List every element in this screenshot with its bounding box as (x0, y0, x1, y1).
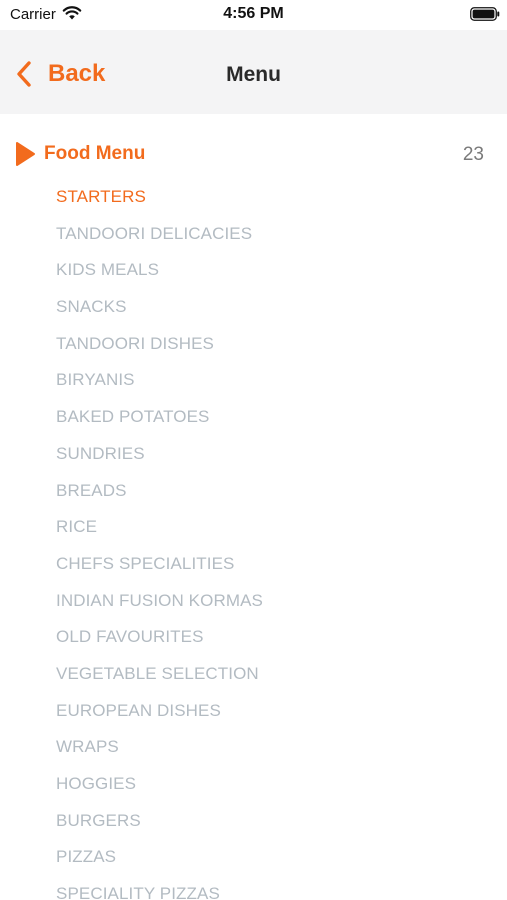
category-item[interactable]: TANDOORI DELICACIES (56, 221, 263, 258)
status-time: 4:56 PM (223, 5, 284, 22)
navigation-bar: Back Menu (0, 30, 507, 114)
category-item[interactable]: BURGERS (56, 808, 263, 845)
category-item[interactable]: BREADS (56, 478, 263, 515)
category-item[interactable]: INDIAN FUSION KORMAS (56, 588, 263, 625)
menu-content: Food Menu 23 STARTERS TANDOORI DELICACIES… (0, 114, 507, 900)
section-title: Food Menu (44, 143, 146, 164)
category-item[interactable]: BIRYANIS (56, 367, 263, 404)
category-item[interactable]: PIZZAS (56, 844, 263, 881)
category-item[interactable]: VEGETABLE SELECTION (56, 661, 263, 698)
category-item[interactable]: SNACKS (56, 294, 263, 331)
category-item[interactable]: TANDOORI DISHES (56, 331, 263, 368)
page-title: Menu (226, 63, 281, 86)
category-item[interactable]: KIDS MEALS (56, 257, 263, 294)
category-item[interactable]: SUNDRIES (56, 441, 263, 478)
category-item[interactable]: OLD FAVOURITES (56, 624, 263, 661)
category-item[interactable]: RICE (56, 514, 263, 551)
food-menu-section-header[interactable]: Food Menu 23 (14, 141, 484, 167)
category-item[interactable]: WRAPS (56, 734, 263, 771)
play-icon (16, 142, 35, 166)
category-item[interactable]: CHEFS SPECIALITIES (56, 551, 263, 588)
app-screen: Carrier 4:56 PM Back Menu Food Menu 23 S… (0, 0, 507, 900)
category-item[interactable]: BAKED POTATOES (56, 404, 263, 441)
category-item[interactable]: SPECIALITY PIZZAS (56, 881, 263, 900)
status-bar: Carrier 4:56 PM (0, 0, 507, 30)
category-item[interactable]: EUROPEAN DISHES (56, 698, 263, 735)
section-count: 23 (462, 144, 484, 165)
category-list: STARTERS TANDOORI DELICACIES KIDS MEALS SNA… (56, 184, 263, 900)
category-item[interactable]: STARTERS (56, 184, 263, 221)
battery-icon (470, 7, 500, 21)
category-item[interactable]: HOGGIES (56, 771, 263, 808)
